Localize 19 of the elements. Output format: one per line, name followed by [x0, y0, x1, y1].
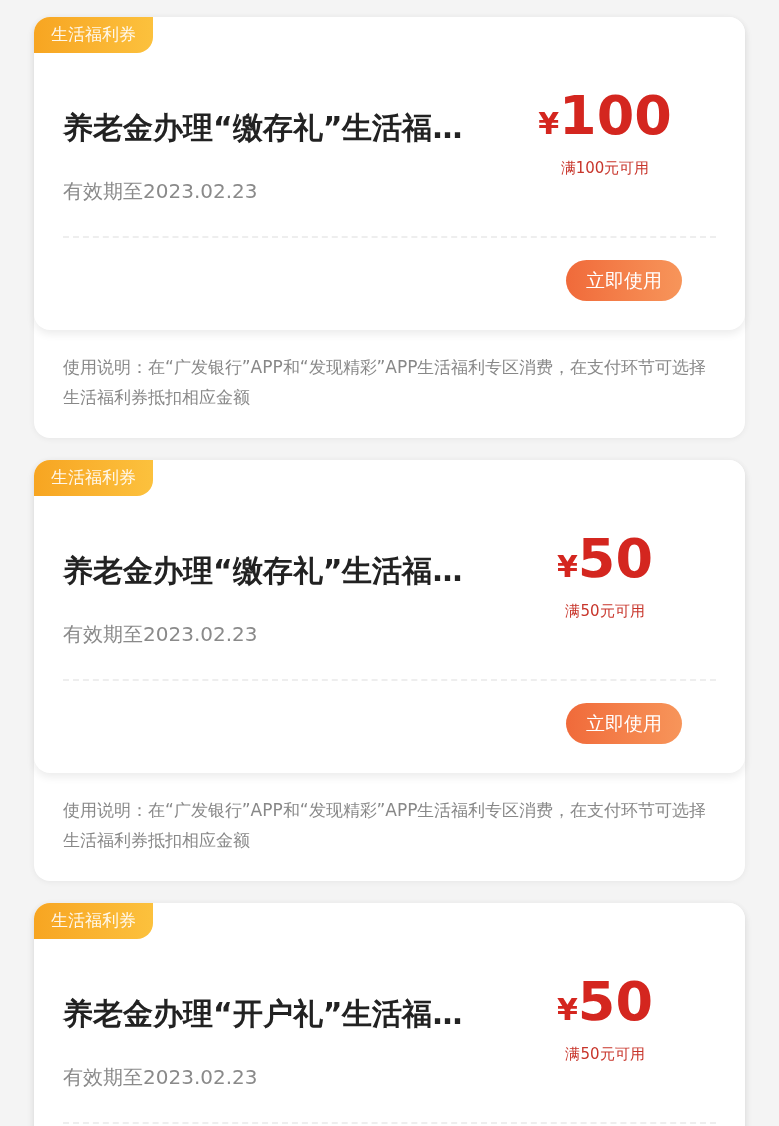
coupon-title: 养老金办理“开户礼”生活福… [63, 995, 463, 1033]
validity-date: 有效期至2023.02.23 [63, 621, 259, 648]
usage-condition: 满50元可用 [565, 601, 645, 622]
validity-date: 有效期至2023.02.23 [63, 178, 259, 205]
coupon-title: 养老金办理“缴存礼”生活福… [63, 109, 463, 147]
coupon-amount: ¥100 [538, 89, 672, 143]
use-now-button[interactable]: 立即使用 [566, 260, 682, 301]
coupon-amount: ¥50 [557, 975, 653, 1029]
coupon-tag: 生活福利券 [34, 903, 153, 939]
coupon-amount: ¥50 [557, 532, 653, 586]
coupon-title: 养老金办理“缴存礼”生活福… [63, 552, 463, 590]
use-now-button[interactable]: 立即使用 [566, 703, 682, 744]
coupon-tag: 生活福利券 [34, 460, 153, 496]
usage-condition: 满50元可用 [565, 1044, 645, 1065]
usage-condition: 满100元可用 [560, 158, 650, 179]
validity-date: 有效期至2023.02.23 [63, 1064, 259, 1091]
usage-instructions: 使用说明：在“广发银行”APP和“发现精彩”APP生活福利专区消费，在支付环节可选择生活福利券抵扣相应金额 [63, 356, 708, 409]
usage-instructions: 使用说明：在“广发银行”APP和“发现精彩”APP生活福利专区消费，在支付环节可选择生活福利券抵扣相应金额 [63, 799, 708, 852]
coupon-tag: 生活福利券 [34, 17, 153, 53]
